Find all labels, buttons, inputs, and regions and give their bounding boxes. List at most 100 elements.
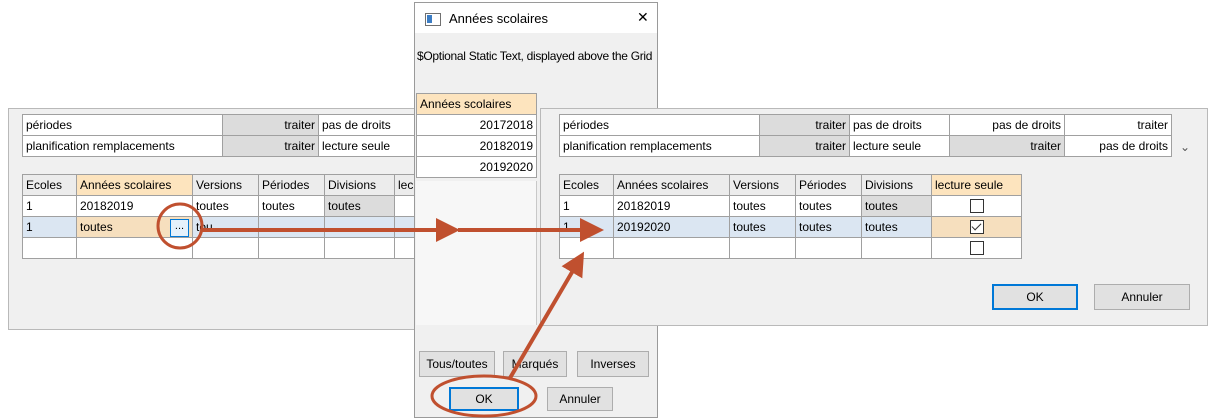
cell: 1: [559, 216, 614, 238]
col-header[interactable]: Ecoles: [22, 174, 77, 196]
right-top-grid: périodes traiter pas de droits pas de dr…: [559, 114, 1172, 157]
year-cell: 20182019: [416, 135, 537, 157]
years-grid: Années scolaires 20172018 20182019 20192…: [416, 93, 537, 178]
cell: [258, 237, 325, 259]
cell: toutes: [795, 216, 862, 238]
col-header[interactable]: Versions: [729, 174, 796, 196]
cell: [729, 237, 796, 259]
scroll-down-icon[interactable]: ⌄: [1180, 140, 1190, 154]
table-row[interactable]: planification remplacements traiter lect…: [559, 135, 1172, 157]
cell-action: traiter: [759, 114, 850, 136]
left-top-grid: périodes traiter pas de droits planifica…: [22, 114, 423, 157]
cell: 1: [559, 195, 614, 217]
list-item[interactable]: 20192020: [416, 156, 537, 178]
ellipsis-label: ...: [174, 220, 185, 232]
dialog-cancel-button[interactable]: Annuler: [547, 387, 613, 411]
cell-rights: lecture seule: [318, 135, 423, 157]
cell: toutes: [192, 195, 259, 217]
cell: 1: [22, 195, 77, 217]
cell: 20182019: [76, 195, 193, 217]
checkbox-icon[interactable]: [969, 199, 984, 214]
cell-action: traiter: [222, 114, 319, 136]
cell-name: périodes: [559, 114, 760, 136]
left-detail-grid: Ecoles Années scolaires Versions Période…: [22, 174, 423, 259]
cell: toutes: [258, 195, 325, 217]
cell-action2: pas de droits: [1064, 135, 1172, 157]
cell: [861, 237, 932, 259]
years-header[interactable]: Années scolaires: [416, 93, 537, 115]
list-item[interactable]: 20172018: [416, 114, 537, 136]
cell: [22, 237, 77, 259]
col-header[interactable]: Divisions: [861, 174, 932, 196]
cell-rights: pas de droits: [849, 114, 950, 136]
col-header[interactable]: Versions: [192, 174, 259, 196]
cell-rights2: traiter: [949, 135, 1065, 157]
cell: [258, 216, 325, 238]
select-all-button[interactable]: Tous/toutes: [419, 351, 495, 377]
dialog-title: Années scolaires: [449, 11, 548, 26]
cell-rights: pas de droits: [318, 114, 423, 136]
col-header[interactable]: Années scolaires: [76, 174, 193, 196]
table-row[interactable]: 1 toutes tou: [22, 216, 423, 238]
checkbox-cell[interactable]: [931, 216, 1022, 238]
cell-name: planification remplacements: [22, 135, 223, 157]
cell-action: traiter: [222, 135, 319, 157]
right-cancel-button[interactable]: Annuler: [1094, 284, 1190, 310]
dialog-app-icon: [425, 13, 441, 26]
cell: 20182019: [613, 195, 730, 217]
col-header[interactable]: Périodes: [795, 174, 862, 196]
dialog-titlebar[interactable]: Années scolaires ✕: [415, 3, 657, 33]
right-ok-button[interactable]: OK: [992, 284, 1078, 310]
checkbox-cell[interactable]: [931, 195, 1022, 217]
col-header[interactable]: Divisions: [324, 174, 395, 196]
table-row[interactable]: périodes traiter pas de droits: [22, 114, 423, 136]
dialog-ok-button[interactable]: OK: [449, 387, 519, 411]
close-icon[interactable]: ✕: [637, 9, 649, 26]
years-list-bg: [416, 181, 537, 325]
col-header[interactable]: Ecoles: [559, 174, 614, 196]
cell: [324, 237, 395, 259]
year-cell: 20172018: [416, 114, 537, 136]
table-row[interactable]: 1 20192020 toutes toutes toutes: [559, 216, 1022, 238]
cell-action: traiter: [759, 135, 850, 157]
cell: [559, 237, 614, 259]
inverse-button[interactable]: Inverses: [577, 351, 649, 377]
cell-name: périodes: [22, 114, 223, 136]
cell-rights: lecture seule: [849, 135, 950, 157]
list-item[interactable]: 20182019: [416, 135, 537, 157]
table-row[interactable]: 1 20182019 toutes toutes toutes: [559, 195, 1022, 217]
checkbox-icon[interactable]: [969, 241, 984, 256]
checkbox-icon[interactable]: [969, 220, 984, 235]
year-cell: 20192020: [416, 156, 537, 178]
marked-button[interactable]: Marqués: [503, 351, 567, 377]
table-row[interactable]: [559, 237, 1022, 259]
cell: [324, 216, 395, 238]
static-text: $Optional Static Text, displayed above t…: [417, 49, 653, 63]
cell: tou: [192, 216, 259, 238]
table-row[interactable]: planification remplacements traiter lect…: [22, 135, 423, 157]
cell: toutes: [861, 195, 932, 217]
cell: [192, 237, 259, 259]
table-row[interactable]: périodes traiter pas de droits pas de dr…: [559, 114, 1172, 136]
cell: toutes: [795, 195, 862, 217]
col-header[interactable]: Périodes: [258, 174, 325, 196]
cell-rights2: pas de droits: [949, 114, 1065, 136]
cell: toutes: [729, 195, 796, 217]
cell: [76, 237, 193, 259]
col-header[interactable]: Années scolaires: [613, 174, 730, 196]
cell: toutes: [324, 195, 395, 217]
cell-action2: traiter: [1064, 114, 1172, 136]
cell: [795, 237, 862, 259]
checkbox-cell[interactable]: [931, 237, 1022, 259]
col-header[interactable]: lecture seule: [931, 174, 1022, 196]
right-detail-grid: Ecoles Années scolaires Versions Période…: [559, 174, 1022, 259]
table-row[interactable]: 1 20182019 toutes toutes toutes: [22, 195, 423, 217]
cell: [613, 237, 730, 259]
cell: 20192020: [613, 216, 730, 238]
cell: toutes: [861, 216, 932, 238]
cell: 1: [22, 216, 77, 238]
table-row[interactable]: [22, 237, 423, 259]
cell-name: planification remplacements: [559, 135, 760, 157]
ellipsis-button[interactable]: ...: [170, 219, 189, 237]
cell: toutes: [729, 216, 796, 238]
